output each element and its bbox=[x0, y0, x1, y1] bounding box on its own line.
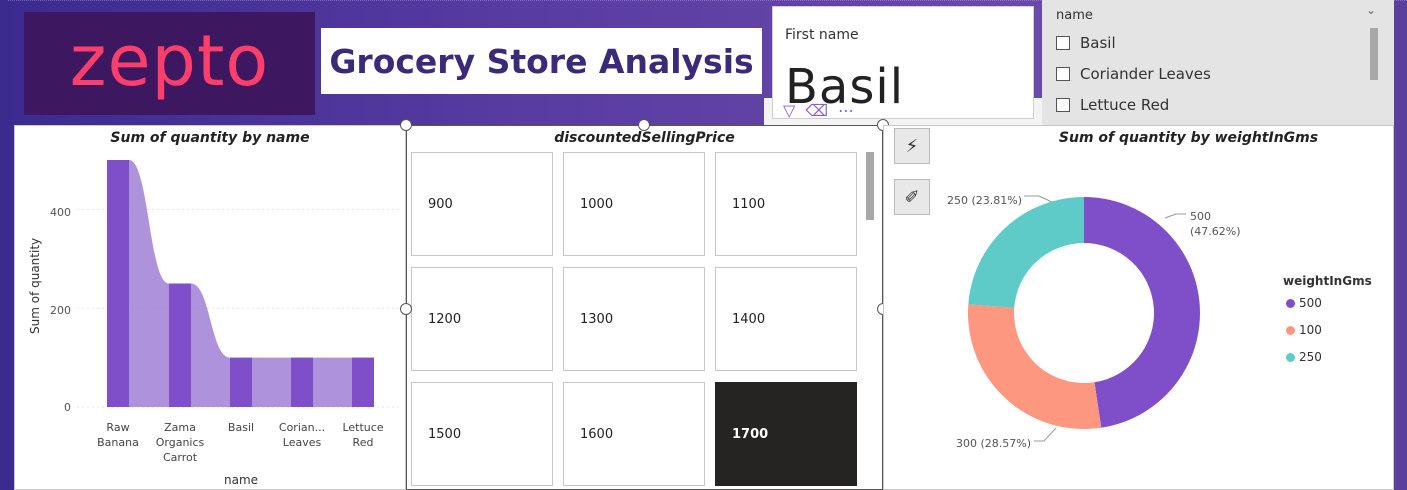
tile-scrollbar[interactable] bbox=[866, 152, 874, 220]
format-painter-icon[interactable]: ✐ bbox=[894, 179, 930, 215]
bar[interactable] bbox=[107, 160, 129, 407]
price-tile-selected[interactable]: 1700 bbox=[715, 382, 857, 486]
donut-slice-100[interactable] bbox=[968, 304, 1102, 429]
x-tick-label: Banana bbox=[97, 436, 139, 449]
donut-data-label: 250 (23.81%) bbox=[947, 194, 1022, 207]
resize-handle[interactable] bbox=[400, 119, 412, 131]
quick-insights-icon[interactable]: ⚡ bbox=[894, 128, 930, 164]
price-tile[interactable]: 1400 bbox=[715, 267, 857, 371]
x-tick-label: Carrot bbox=[163, 451, 198, 464]
x-tick-label: Organics bbox=[156, 436, 205, 449]
x-tick-label: Red bbox=[353, 436, 374, 449]
price-tile[interactable]: 1300 bbox=[563, 267, 705, 371]
legend-dot bbox=[1286, 298, 1295, 308]
price-tile[interactable]: 1000 bbox=[563, 152, 705, 256]
donut-slice-500[interactable] bbox=[1084, 197, 1200, 428]
x-tick-label: Lettuce bbox=[342, 421, 383, 434]
slicer-item-label: Basil bbox=[1080, 34, 1116, 52]
price-tile[interactable]: 1100 bbox=[715, 152, 857, 256]
legend-label: 250 bbox=[1299, 350, 1322, 364]
leader-line bbox=[1024, 195, 1053, 203]
donut-slice-250[interactable] bbox=[968, 197, 1084, 308]
x-tick-label: Zama bbox=[164, 421, 196, 434]
legend-dot bbox=[1286, 325, 1295, 335]
logo-text: zepto bbox=[69, 19, 270, 102]
eraser-icon[interactable]: ⌫ bbox=[805, 101, 828, 120]
report-title: Grocery Store Analysis bbox=[329, 41, 754, 81]
legend-label: 100 bbox=[1299, 323, 1322, 337]
price-tile-panel: discountedSellingPrice 900 1000 1100 120… bbox=[406, 125, 883, 490]
price-tile[interactable]: 900 bbox=[411, 152, 553, 256]
donut-chart-panel: Sum of quantity by weightInGms 250 (23.8… bbox=[883, 125, 1394, 490]
zepto-logo: zepto bbox=[24, 12, 315, 115]
legend-item-100[interactable]: 100 bbox=[1286, 323, 1322, 337]
more-icon[interactable]: ⋯ bbox=[838, 101, 854, 120]
x-tick-label: Raw bbox=[106, 421, 129, 434]
price-tile[interactable]: 1600 bbox=[563, 382, 705, 486]
x-tick-label: Basil bbox=[228, 421, 254, 434]
checkbox[interactable] bbox=[1056, 67, 1070, 81]
y-tick-label: 400 bbox=[50, 206, 71, 219]
slicer-header: name bbox=[1056, 8, 1093, 23]
checkbox[interactable] bbox=[1056, 98, 1070, 112]
name-slicer: name ⌄ Basil Coriander Leaves Lettuce Re… bbox=[1042, 0, 1394, 125]
y-axis-title: Sum of quantity bbox=[28, 238, 42, 334]
price-tile[interactable]: 1200 bbox=[411, 267, 553, 371]
bar-chart-title: Sum of quantity by name bbox=[110, 130, 310, 146]
bar[interactable] bbox=[352, 357, 374, 407]
filter-icon[interactable]: ▽ bbox=[783, 101, 795, 120]
legend-item-500[interactable]: 500 bbox=[1286, 296, 1322, 310]
checkbox[interactable] bbox=[1056, 36, 1070, 50]
bar[interactable] bbox=[291, 357, 313, 407]
chevron-down-icon[interactable]: ⌄ bbox=[1366, 3, 1376, 17]
donut-data-label: 500 bbox=[1190, 210, 1211, 223]
tile-panel-title: discountedSellingPrice bbox=[554, 130, 735, 146]
resize-handle[interactable] bbox=[400, 303, 412, 315]
slicer-item-coriander-leaves[interactable]: Coriander Leaves bbox=[1056, 65, 1211, 83]
report-canvas: zepto Grocery Store Analysis First name … bbox=[0, 0, 1407, 490]
slicer-item-label: Lettuce Red bbox=[1080, 96, 1170, 114]
leader-line bbox=[1034, 427, 1057, 442]
bar-chart-panel: Sum of quantity by name 0 200 400 Sum of… bbox=[14, 125, 406, 490]
bar[interactable] bbox=[169, 283, 191, 408]
report-title-box: Grocery Store Analysis bbox=[321, 28, 762, 94]
legend-dot bbox=[1286, 352, 1295, 362]
x-axis-title: name bbox=[224, 473, 258, 487]
price-tile[interactable]: 1500 bbox=[411, 382, 553, 486]
donut-data-label: (47.62%) bbox=[1190, 225, 1241, 238]
x-tick-label: Leaves bbox=[283, 436, 322, 449]
y-tick-label: 200 bbox=[50, 304, 71, 317]
card-header-icons: ▽ ⌫ ⋯ bbox=[783, 101, 854, 120]
legend-title: weightInGms bbox=[1283, 274, 1372, 288]
resize-handle[interactable] bbox=[638, 119, 650, 131]
y-tick-label: 0 bbox=[64, 401, 71, 414]
slicer-scrollbar[interactable] bbox=[1370, 28, 1378, 80]
donut-data-label: 300 (28.57%) bbox=[956, 437, 1031, 450]
slicer-item-lettuce-red[interactable]: Lettuce Red bbox=[1056, 96, 1169, 114]
donut-chart-title: Sum of quantity by weightInGms bbox=[1058, 130, 1319, 146]
slicer-item-label: Coriander Leaves bbox=[1080, 65, 1211, 83]
x-tick-label: Corian... bbox=[279, 421, 325, 434]
leader-line bbox=[1164, 213, 1186, 219]
bar-chart-svg: 0 200 400 Sum of quantity name Raw Banan… bbox=[28, 160, 400, 487]
legend-label: 500 bbox=[1299, 296, 1322, 310]
card-label: First name bbox=[785, 27, 859, 43]
bar[interactable] bbox=[230, 357, 252, 407]
slicer-item-basil[interactable]: Basil bbox=[1056, 34, 1116, 52]
legend-item-250[interactable]: 250 bbox=[1286, 350, 1322, 364]
